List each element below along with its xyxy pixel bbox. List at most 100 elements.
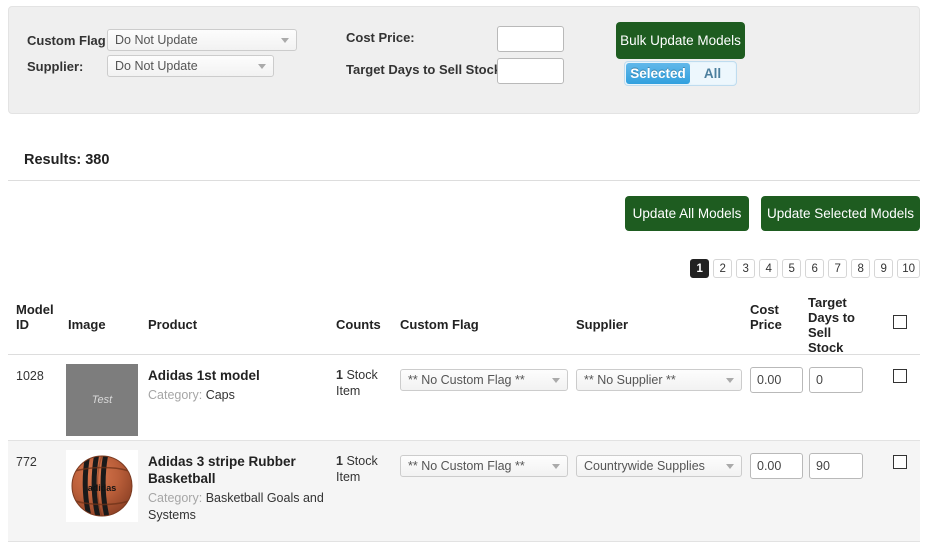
scope-toggle-selected[interactable]: Selected	[626, 63, 690, 84]
bulk-update-models-label: Bulk Update Models	[620, 33, 741, 48]
row-supplier-value: ** No Supplier **	[584, 373, 676, 387]
row-custom-flag: ** No Custom Flag **	[400, 369, 568, 391]
row-target-days-input[interactable]	[809, 453, 863, 479]
custom-flag-select[interactable]: Do Not Update	[107, 29, 297, 51]
cost-price-field: Cost Price:	[346, 30, 415, 45]
counts-number: 1	[336, 454, 343, 468]
cost-price-input[interactable]	[497, 26, 564, 52]
models-table: Model ID Image Product Counts Custom Fla…	[8, 292, 920, 542]
pagination-page-2[interactable]: 2	[713, 259, 733, 278]
row-custom-flag-select[interactable]: ** No Custom Flag **	[400, 369, 568, 391]
row-cost-price-input[interactable]	[750, 367, 803, 393]
chevron-down-icon	[552, 378, 560, 383]
custom-flag-select-value: Do Not Update	[115, 33, 198, 47]
cost-price-label: Cost Price:	[346, 30, 415, 45]
header-custom-flag: Custom Flag	[400, 317, 479, 332]
row-supplier-select[interactable]: Countrywide Supplies	[576, 455, 742, 477]
target-days-label: Target Days to Sell Stock:	[346, 62, 506, 77]
scope-toggle-all-label: All	[703, 66, 722, 81]
table-header-row: Model ID Image Product Counts Custom Fla…	[8, 292, 920, 355]
chevron-down-icon	[726, 464, 734, 469]
pagination-page-3[interactable]: 3	[736, 259, 756, 278]
row-model-id: 772	[16, 455, 37, 469]
row-supplier: ** No Supplier **	[576, 369, 742, 391]
table-row: 772 adidas Adidas 3 stripe Rubber Basket…	[8, 441, 920, 542]
header-image: Image	[68, 317, 106, 332]
basketball-icon: adidas	[66, 450, 138, 522]
custom-flag-field: Custom Flag: Do Not Update	[27, 29, 297, 51]
table-row: 1028 Test Adidas 1st model Category: Cap…	[8, 355, 920, 441]
pagination-page-6[interactable]: 6	[805, 259, 825, 278]
scope-toggle: Selected All	[624, 61, 737, 86]
results-count: Results: 380	[24, 152, 110, 168]
update-all-models-label: Update All Models	[632, 206, 742, 221]
results-divider	[8, 180, 920, 181]
counts-text: Stock Item	[336, 368, 378, 398]
row-image: Test	[66, 364, 138, 436]
product-category: Category: Caps	[148, 387, 328, 404]
pagination-page-8[interactable]: 8	[851, 259, 871, 278]
row-product: Adidas 1st model Category: Caps	[148, 367, 328, 404]
chevron-down-icon	[258, 64, 266, 69]
row-custom-flag: ** No Custom Flag **	[400, 455, 568, 477]
pagination-page-4[interactable]: 4	[759, 259, 779, 278]
scope-toggle-all[interactable]: All	[690, 63, 735, 84]
header-product: Product	[148, 317, 198, 332]
header-counts: Counts	[336, 317, 381, 332]
update-selected-models-button[interactable]: Update Selected Models	[761, 196, 920, 231]
row-product: Adidas 3 stripe Rubber Basketball Catego…	[148, 453, 334, 524]
row-custom-flag-value: ** No Custom Flag **	[408, 459, 525, 473]
row-supplier: Countrywide Supplies	[576, 455, 742, 477]
chevron-down-icon	[726, 378, 734, 383]
update-selected-models-label: Update Selected Models	[766, 206, 915, 221]
select-all-checkbox[interactable]	[893, 315, 907, 329]
custom-flag-label: Custom Flag:	[27, 32, 111, 48]
row-counts: 1 Stock Item	[336, 453, 392, 485]
product-name: Adidas 3 stripe Rubber Basketball	[148, 454, 296, 486]
pagination-page-9[interactable]: 9	[874, 259, 894, 278]
row-select-checkbox[interactable]	[893, 369, 907, 383]
pagination-page-10[interactable]: 10	[897, 259, 920, 278]
product-image-basketball: adidas	[66, 450, 138, 522]
product-category-value: Caps	[205, 388, 235, 402]
bulk-update-panel: Custom Flag: Do Not Update Supplier: Do …	[8, 6, 920, 114]
scope-toggle-selected-label: Selected	[630, 66, 686, 81]
pagination-page-7[interactable]: 7	[828, 259, 848, 278]
target-days-field: Target Days to Sell Stock:	[346, 62, 505, 77]
supplier-label: Supplier:	[27, 58, 84, 74]
header-cost-price: Cost Price	[750, 302, 782, 332]
row-target-days-input[interactable]	[809, 367, 863, 393]
chevron-down-icon	[552, 464, 560, 469]
row-image: adidas	[66, 450, 138, 522]
pagination-page-1[interactable]: 1	[690, 259, 710, 278]
product-image-placeholder: Test	[66, 364, 138, 436]
pagination-page-5[interactable]: 5	[782, 259, 802, 278]
header-select-all	[893, 315, 907, 329]
target-days-input[interactable]	[497, 58, 564, 84]
row-supplier-value: Countrywide Supplies	[584, 459, 705, 473]
counts-number: 1	[336, 368, 343, 382]
supplier-select-value: Do Not Update	[115, 59, 198, 73]
row-supplier-select[interactable]: ** No Supplier **	[576, 369, 742, 391]
supplier-field: Supplier: Do Not Update	[27, 55, 274, 77]
row-custom-flag-select[interactable]: ** No Custom Flag **	[400, 455, 568, 477]
update-all-models-button[interactable]: Update All Models	[625, 196, 749, 231]
svg-text:adidas: adidas	[88, 483, 117, 493]
row-select-checkbox[interactable]	[893, 455, 907, 469]
pagination: 1 2 3 4 5 6 7 8 9 10	[690, 259, 920, 278]
counts-text: Stock Item	[336, 454, 378, 484]
row-select	[893, 369, 907, 383]
product-category-label: Category:	[148, 491, 203, 505]
bulk-update-models-button[interactable]: Bulk Update Models	[616, 22, 745, 59]
supplier-select[interactable]: Do Not Update	[107, 55, 274, 77]
header-model-id: Model ID	[16, 302, 54, 332]
row-cost-price-input[interactable]	[750, 453, 803, 479]
product-category: Category: Basketball Goals and Systems	[148, 490, 334, 524]
row-custom-flag-value: ** No Custom Flag **	[408, 373, 525, 387]
row-select	[893, 455, 907, 469]
product-image-placeholder-label: Test	[91, 394, 113, 406]
header-target-days: Target Days to Sell Stock	[808, 295, 855, 355]
row-model-id: 1028	[16, 369, 44, 383]
header-supplier: Supplier	[576, 317, 629, 332]
row-counts: 1 Stock Item	[336, 367, 392, 399]
